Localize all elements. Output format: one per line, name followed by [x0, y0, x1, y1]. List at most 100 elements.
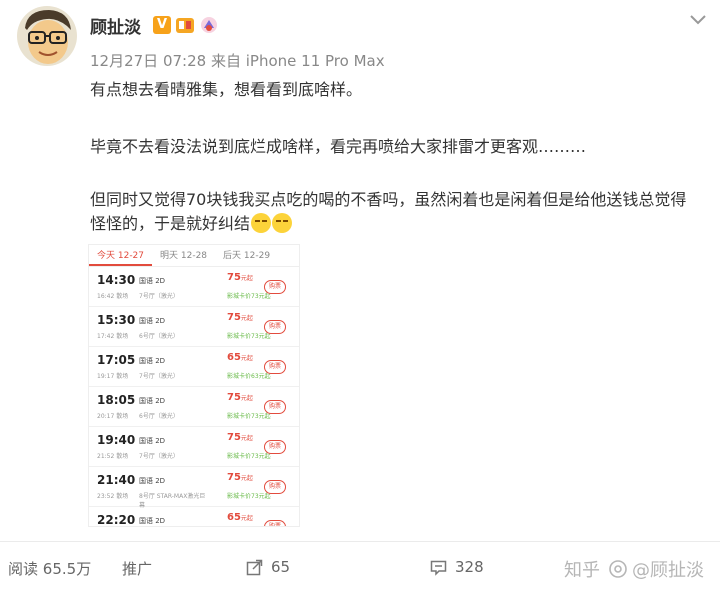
read-count: 阅读 65.5万 — [8, 558, 91, 579]
showtime-format: 国语 2D — [139, 317, 166, 325]
price-value: 75 — [227, 432, 241, 443]
avatar[interactable] — [17, 6, 77, 66]
tab-tomorrow: 明天 12-28 — [160, 251, 208, 261]
showtime-price: 75元起 — [227, 432, 253, 443]
showtime-start: 21:40 — [97, 473, 136, 487]
username[interactable]: 顾扯淡 — [90, 13, 141, 38]
card-price: 影城卡价73元起 — [227, 413, 271, 420]
share-icon — [246, 559, 263, 575]
tab-today: 今天 12-27 — [89, 245, 153, 266]
card-price: 影城卡价73元起 — [227, 493, 271, 500]
showtime-row: 14:30 16:42 散场 国语 2D 7号厅（激光） 75元起 影城卡价73… — [89, 267, 299, 307]
showtime-format: 国语 2D — [139, 277, 166, 285]
comment-count: 328 — [455, 558, 484, 576]
post-paragraph-2: 毕竟不去看没法说到底烂成啥样，看完再喷给大家排雷才更客观……… — [90, 137, 587, 156]
share-button[interactable]: 65 — [246, 558, 290, 576]
price-value: 75 — [227, 312, 241, 323]
card-price: 影城卡价63元起 — [227, 373, 271, 380]
post-date[interactable]: 12月27日 07:28 — [90, 52, 206, 70]
showtime-format: 国语 2D — [139, 357, 166, 365]
price-value: 65 — [227, 352, 241, 363]
showtime-price: 75元起 — [227, 392, 253, 403]
showtime-row: 18:05 20:17 散场 国语 2D 6号厅（激光） 75元起 影城卡价73… — [89, 387, 299, 427]
showtime-hall: 7号厅（激光） — [139, 453, 179, 460]
showtime-start: 19:40 — [97, 433, 136, 447]
showtime-end: 20:17 散场 — [97, 413, 129, 420]
showtime-start: 14:30 — [97, 273, 136, 287]
post-paragraph-3-text: 但同时又觉得70块钱我买点吃的喝的不香吗，虽然闲着也是闲着但是给他送钱总觉得怪怪… — [90, 190, 687, 233]
member-badge-icon — [175, 16, 195, 34]
card-price: 影城卡价73元起 — [227, 293, 271, 300]
buy-button: 购票 — [264, 520, 286, 526]
price-unit: 元起 — [240, 275, 253, 282]
price-unit: 元起 — [240, 475, 253, 482]
showtime-format: 国语 2D — [139, 477, 166, 485]
shy-face-emoji-icon-2 — [272, 213, 293, 233]
price-value: 65 — [227, 512, 241, 523]
showtime-end: 17:42 散场 — [97, 333, 129, 340]
promote-label: 推广 — [122, 560, 153, 578]
showtime-end: 16:42 散场 — [97, 293, 129, 300]
buy-button: 购票 — [264, 280, 286, 294]
showtime-end: 19:17 散场 — [97, 373, 129, 380]
shy-face-emoji-icon — [251, 213, 272, 233]
buy-button: 购票 — [264, 360, 286, 374]
showtime-price: 75元起 — [227, 272, 253, 283]
post-paragraph-3: 但同时又觉得70块钱我买点吃的喝的不香吗，虽然闲着也是闲着但是给他送钱总觉得怪怪… — [90, 188, 700, 236]
username-row: 顾扯淡 V — [90, 13, 219, 38]
post-source: iPhone 11 Pro Max — [245, 52, 385, 70]
activity-badge-icon — [199, 16, 219, 34]
watermark-site: 知乎 — [564, 560, 600, 581]
showtime-hall: 7号厅（激光） — [139, 373, 179, 380]
buy-button: 购票 — [264, 440, 286, 454]
showtime-price: 75元起 — [227, 472, 253, 483]
showtime-end: 23:52 散场 — [97, 493, 129, 500]
showtime-format: 国语 2D — [139, 517, 166, 525]
post-paragraph-1: 有点想去看晴雅集，想看看到底啥样。 — [90, 80, 363, 99]
showtime-row: 17:05 19:17 散场 国语 2D 7号厅（激光） 65元起 影城卡价63… — [89, 347, 299, 387]
post-image-showtimes[interactable]: 今天 12-27 明天 12-28 后天 12-29 14:30 16:42 散… — [88, 244, 300, 527]
showtime-price: 65元起 — [227, 352, 253, 363]
price-unit: 元起 — [240, 515, 253, 522]
promote-button[interactable]: 推广 — [122, 558, 152, 579]
zhihu-watermark: 知乎 @顾扯淡 — [564, 556, 704, 582]
price-unit: 元起 — [240, 355, 253, 362]
card-price: 影城卡价73元起 — [227, 453, 271, 460]
showtime-start: 18:05 — [97, 393, 136, 407]
showtime-hall: 6号厅（激光） — [139, 333, 179, 340]
showtime-format: 国语 2D — [139, 437, 166, 445]
comment-icon — [430, 560, 447, 576]
showtime-row: 22:20 国语 2D 65元起 购票 — [89, 507, 299, 527]
showtime-row: 15:30 17:42 散场 国语 2D 6号厅（激光） 75元起 影城卡价73… — [89, 307, 299, 347]
showtime-start: 15:30 — [97, 313, 136, 327]
action-bar: 阅读 65.5万 推广 65 328 知乎 @顾扯淡 — [0, 541, 720, 594]
showtime-start: 17:05 — [97, 353, 136, 367]
share-count: 65 — [271, 558, 291, 576]
source-prefix: 来自 — [210, 52, 241, 70]
verified-badge-icon: V — [153, 16, 171, 34]
buy-button: 购票 — [264, 400, 286, 414]
showtime-end: 21:52 散场 — [97, 453, 129, 460]
watermark-author: @顾扯淡 — [632, 560, 704, 581]
price-unit: 元起 — [240, 395, 253, 402]
buy-button: 购票 — [264, 480, 286, 494]
showtime-price: 75元起 — [227, 312, 253, 323]
read-count-label: 阅读 — [8, 560, 39, 578]
buy-button: 购票 — [264, 320, 286, 334]
price-unit: 元起 — [240, 315, 253, 322]
price-value: 75 — [227, 272, 241, 283]
card-price: 影城卡价73元起 — [227, 333, 271, 340]
showtime-start: 22:20 — [97, 513, 136, 527]
showtime-row: 21:40 23:52 散场 国语 2D 8号厅 STAR-MAX激光巨幕 75… — [89, 467, 299, 509]
post-menu-chevron-down-icon[interactable] — [688, 12, 708, 26]
showtime-hall: 6号厅（激光） — [139, 413, 179, 420]
showtime-hall: 7号厅（激光） — [139, 293, 179, 300]
price-value: 75 — [227, 472, 241, 483]
read-count-value: 65.5万 — [42, 560, 92, 578]
showtime-price: 65元起 — [227, 512, 253, 523]
showtime-row: 19:40 21:52 散场 国语 2D 7号厅（激光） 75元起 影城卡价73… — [89, 427, 299, 467]
showtime-format: 国语 2D — [139, 397, 166, 405]
comment-button[interactable]: 328 — [430, 558, 484, 576]
date-tabs: 今天 12-27 明天 12-28 后天 12-29 — [89, 245, 299, 267]
at-sign-icon — [609, 560, 627, 578]
